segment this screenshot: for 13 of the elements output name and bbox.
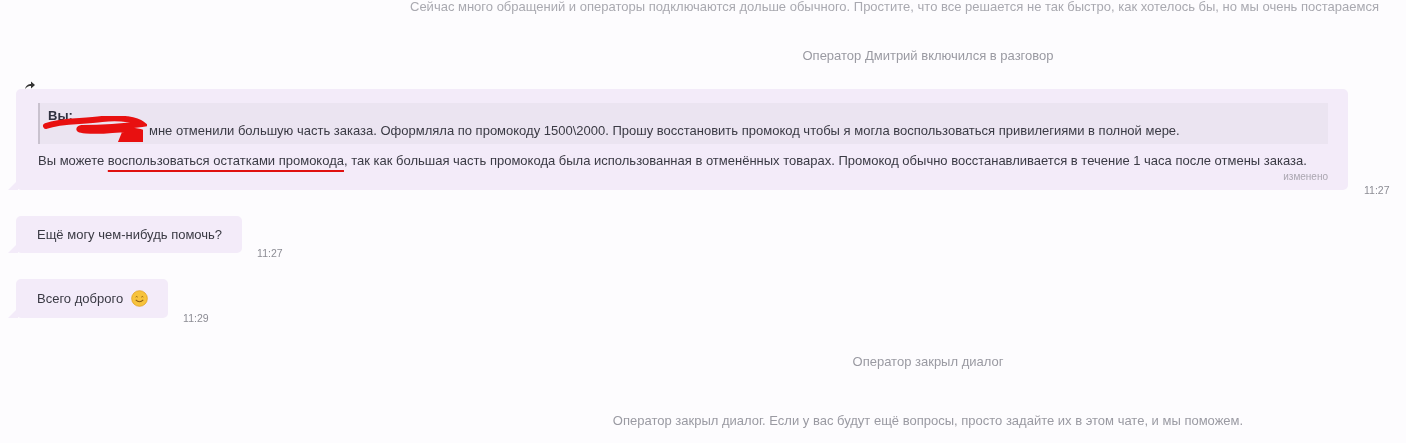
quote-author: Вы: [48, 108, 74, 123]
system-message: Оператор закрыл диалог [852, 354, 1004, 369]
quote-text: мне отменили большую часть заказа. Оформляла по промокоду 1500\2000. Прошу восстановить промокод чтобы я могла воспользоваться привилегиями в полной мере. [149, 123, 1180, 138]
system-message: Оператор закрыл диалог. Если у вас будут ещё вопросы, просто задайте их в этом чате, и мы поможем. [612, 413, 1244, 428]
message-time: 11:27 [1364, 184, 1390, 196]
system-message: Оператор Дмитрий включился в разговор [802, 48, 1054, 63]
message-text: Ещё могу чем-нибудь помочь? [37, 227, 223, 242]
notice-text: Сейчас много обращений и операторы подключаются дольше обычного. Простите, что все решается не так быстро, как хотелось бы, но мы очень постараемся [410, 0, 1380, 14]
message-time: 11:27 [257, 247, 283, 259]
edited-label: изменено [1283, 171, 1328, 182]
message-time: 11:29 [183, 312, 209, 324]
message-text: Вы можете воспользоваться остатками промокода, так как большая часть промокода была использованная в отменённых товарах. Промокод обычно восстанавливается в течение 1 часа после отмены заказа. [38, 153, 1308, 168]
message-text: Всего доброго [37, 291, 124, 306]
